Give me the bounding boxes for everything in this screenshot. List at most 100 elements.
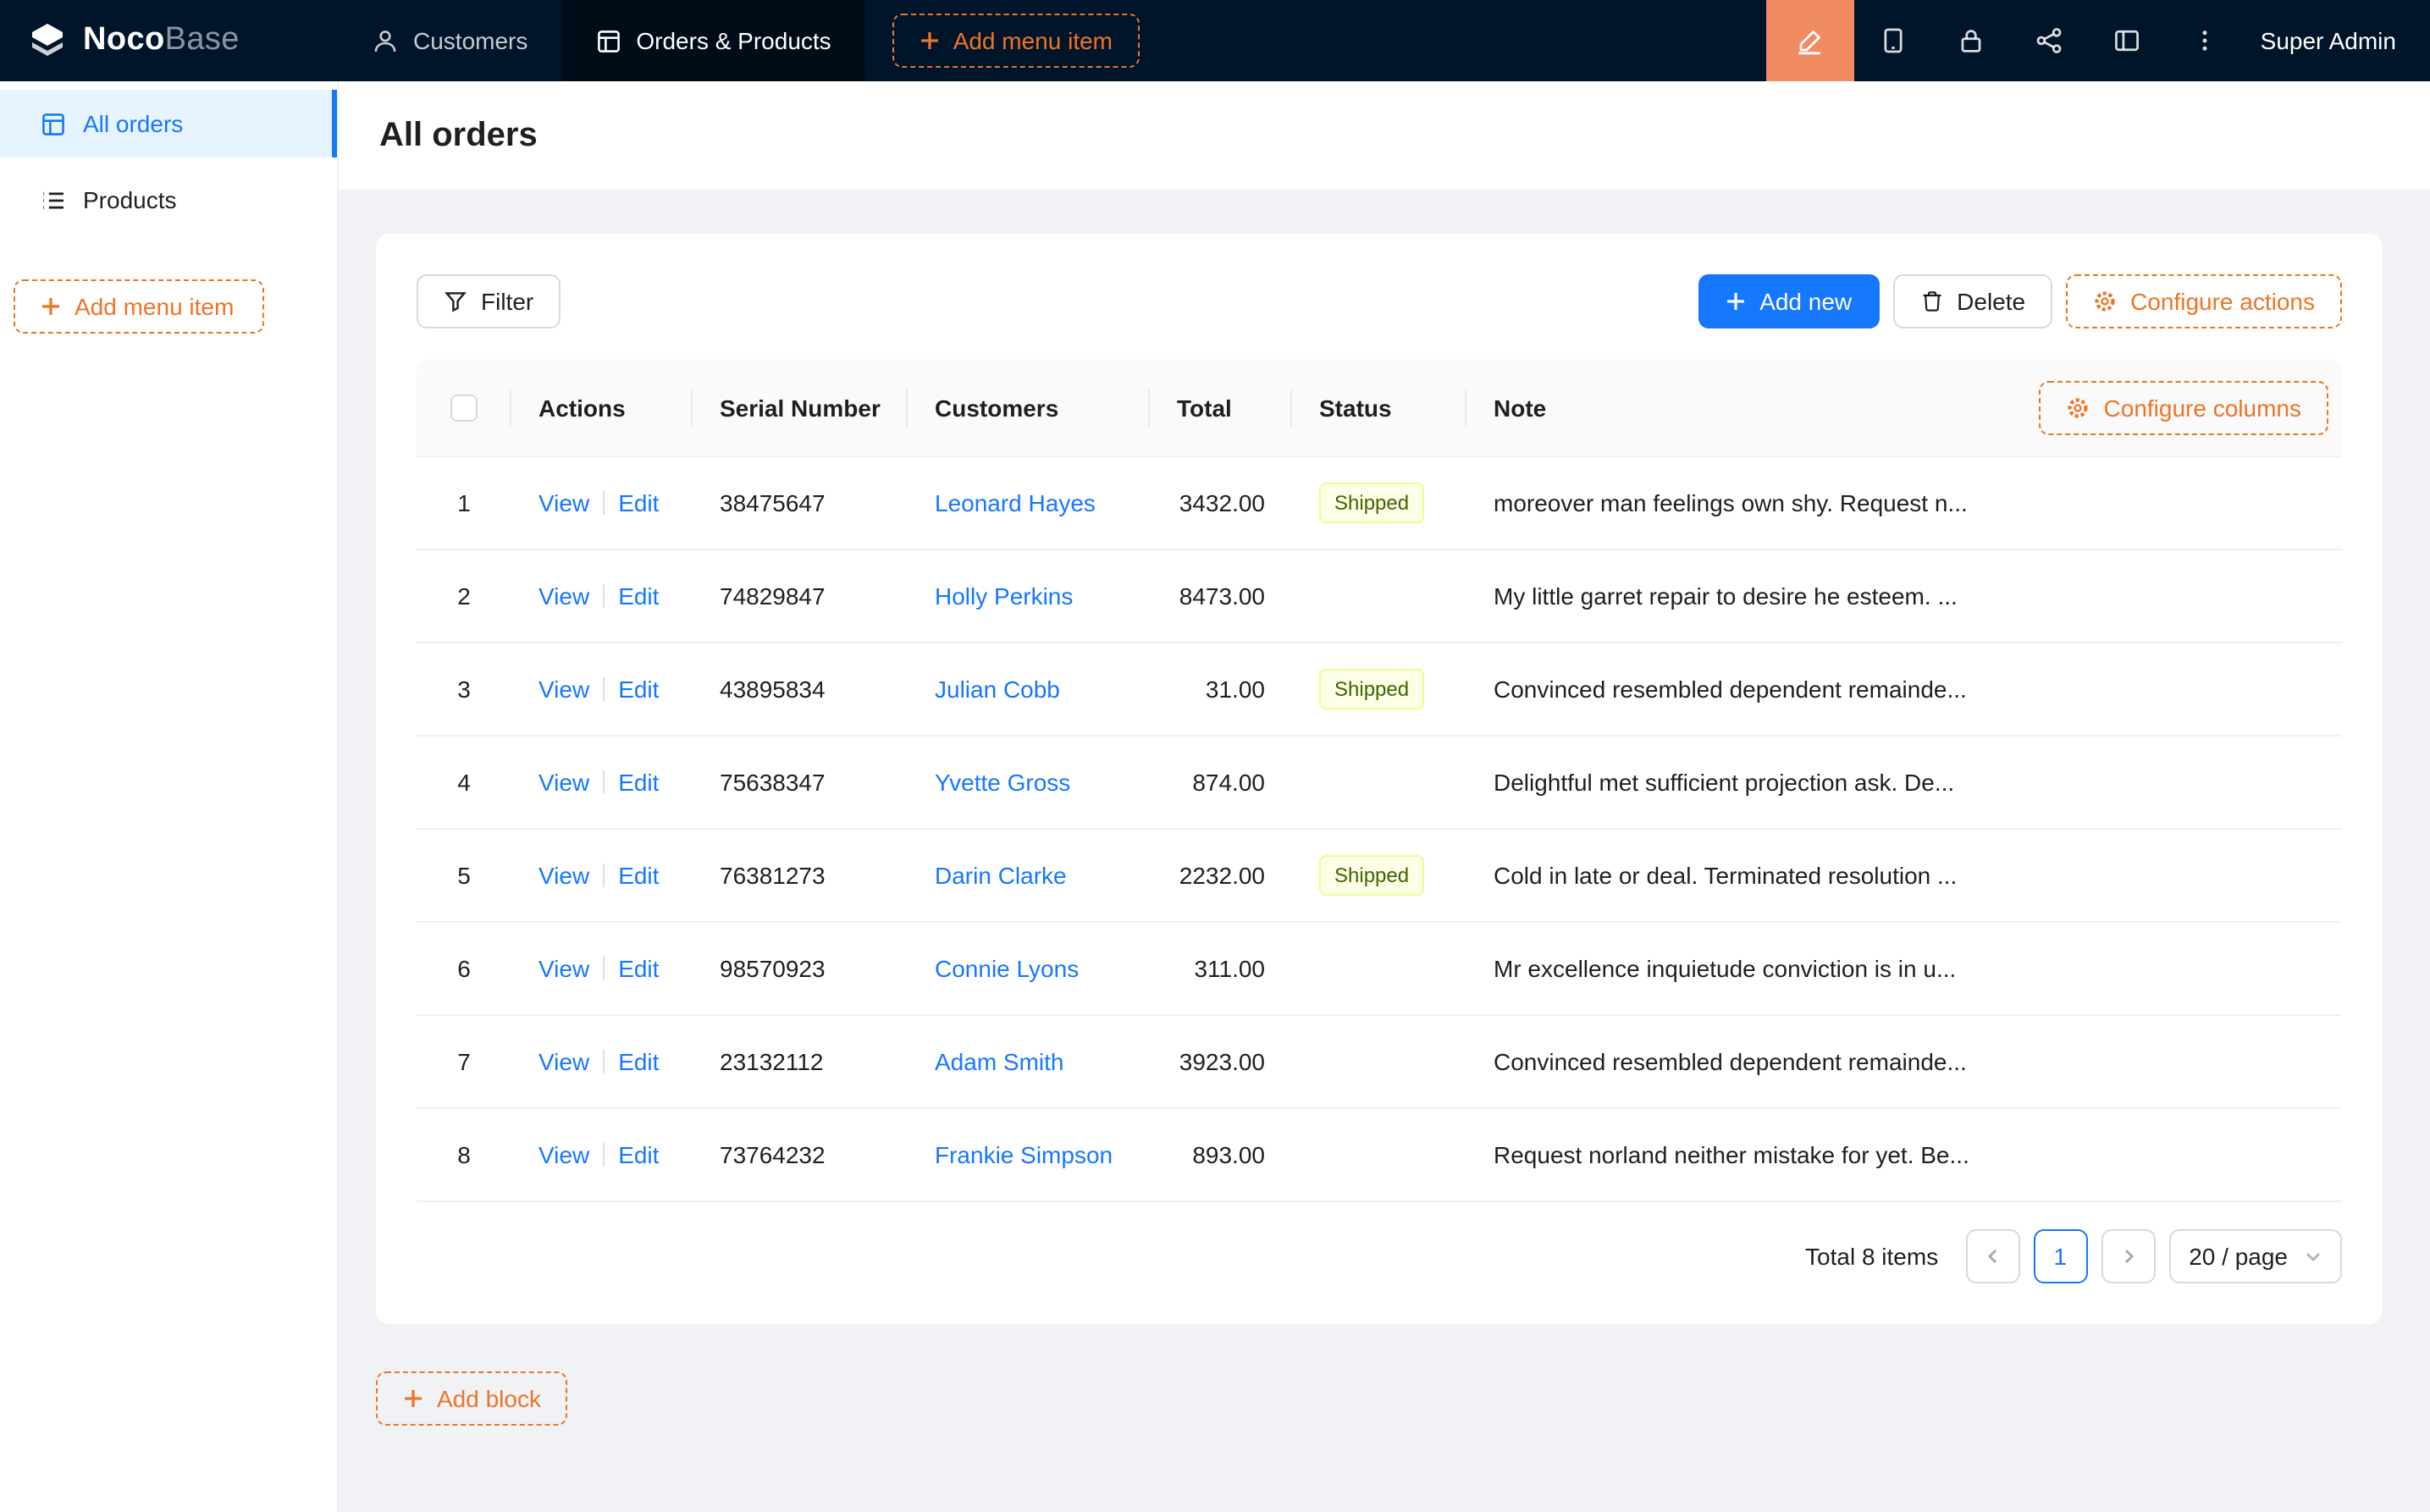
total-cell: 893.00 — [1150, 1109, 1292, 1202]
configure-actions-button[interactable]: Configure actions — [2066, 274, 2342, 328]
customer-link[interactable]: Leonard Hayes — [935, 489, 1096, 516]
customers-icon — [373, 28, 398, 53]
view-link[interactable]: View — [538, 1048, 589, 1075]
customer-link[interactable]: Julian Cobb — [935, 676, 1060, 703]
table-row: 8 ViewEdit 73764232 Frankie Simpson 893.… — [417, 1109, 2342, 1202]
edit-link[interactable]: Edit — [618, 582, 659, 610]
row-index: 5 — [457, 862, 471, 889]
prev-page-button[interactable] — [1965, 1229, 2019, 1283]
filter-button[interactable]: Filter — [417, 274, 561, 328]
logo-secondary: Base — [165, 22, 240, 58]
note-cell: Delightful met sufficient projection ask… — [1466, 737, 2342, 830]
highlighter-icon — [1796, 26, 1825, 55]
total-cell: 8473.00 — [1150, 550, 1292, 643]
nav-item-label: Orders & Products — [636, 27, 831, 54]
action-divider — [603, 1143, 605, 1167]
action-divider — [603, 864, 605, 887]
page-size-value: 20 / page — [2189, 1243, 2288, 1270]
delete-button[interactable]: Delete — [1892, 274, 2052, 328]
select-all-checkbox[interactable] — [450, 395, 478, 422]
view-link[interactable]: View — [538, 582, 589, 610]
view-link[interactable]: View — [538, 769, 589, 796]
nav-item-customers[interactable]: Customers — [339, 0, 561, 81]
add-new-button[interactable]: Add new — [1698, 274, 1879, 328]
table-row: 6 ViewEdit 98570923 Connie Lyons 311.00 … — [417, 923, 2342, 1016]
edit-link[interactable]: Edit — [618, 676, 659, 703]
orders-block: Filter Add new — [376, 234, 2383, 1324]
view-link[interactable]: View — [538, 1141, 589, 1168]
page-number-1[interactable]: 1 — [2033, 1229, 2087, 1283]
row-index: 4 — [457, 769, 471, 796]
action-divider — [603, 491, 605, 515]
row-index: 6 — [457, 955, 471, 982]
edit-link[interactable]: Edit — [618, 1048, 659, 1075]
total-cell: 874.00 — [1150, 737, 1292, 830]
ui-editor-button[interactable] — [1766, 0, 1854, 81]
mobile-icon[interactable] — [1854, 0, 1932, 81]
sidebar: All orders Products Add menu item — [0, 81, 339, 1512]
orders-products-icon — [595, 28, 621, 53]
nocobase-logo-icon — [27, 20, 68, 61]
edit-link[interactable]: Edit — [618, 1141, 659, 1168]
sidebar-item-all-orders[interactable]: All orders — [0, 90, 337, 157]
serial-cell: 73764232 — [693, 1109, 908, 1202]
total-cell: 3923.00 — [1150, 1016, 1292, 1109]
configure-actions-label: Configure actions — [2130, 288, 2315, 315]
view-link[interactable]: View — [538, 862, 589, 889]
chevron-down-icon — [2305, 1248, 2322, 1265]
table-row: 1 ViewEdit 38475647 Leonard Hayes 3432.0… — [417, 457, 2342, 550]
logo[interactable]: NocoBase — [0, 20, 339, 61]
action-divider — [603, 770, 605, 794]
add-menu-item-button-sidebar[interactable]: Add menu item — [14, 279, 264, 334]
customer-link[interactable]: Connie Lyons — [935, 955, 1079, 982]
nav-item-orders-products[interactable]: Orders & Products — [561, 0, 864, 81]
header-right: Super Admin — [1766, 0, 2430, 81]
table-row: 5 ViewEdit 76381273 Darin Clarke 2232.00… — [417, 830, 2342, 923]
note-cell: Convinced resembled dependent remainde..… — [1466, 643, 2342, 737]
nav-item-label: Customers — [413, 27, 527, 54]
trash-icon — [1919, 290, 1943, 313]
configure-columns-button[interactable]: Configure columns — [2040, 381, 2328, 435]
customer-link[interactable]: Holly Perkins — [935, 582, 1073, 610]
plugin-icon[interactable] — [2010, 0, 2088, 81]
content: Filter Add new — [339, 190, 2430, 1512]
customer-link[interactable]: Darin Clarke — [935, 862, 1067, 889]
action-divider — [603, 957, 605, 980]
all-orders-icon — [41, 111, 66, 136]
view-link[interactable]: View — [538, 489, 589, 516]
serial-cell: 38475647 — [693, 457, 908, 550]
note-cell: Convinced resembled dependent remainde..… — [1466, 1016, 2342, 1109]
view-link[interactable]: View — [538, 676, 589, 703]
edit-link[interactable]: Edit — [618, 769, 659, 796]
pagination: Total 8 items 1 — [417, 1229, 2342, 1283]
customer-link[interactable]: Frankie Simpson — [935, 1141, 1113, 1168]
note-cell: Request norland neither mistake for yet.… — [1466, 1109, 2342, 1202]
serial-cell: 75638347 — [693, 737, 908, 830]
view-link[interactable]: View — [538, 955, 589, 982]
note-cell: moreover man feelings own shy. Request n… — [1466, 457, 2342, 550]
edit-link[interactable]: Edit — [618, 489, 659, 516]
plus-icon — [1726, 291, 1746, 312]
edit-link[interactable]: Edit — [618, 955, 659, 982]
row-index: 7 — [457, 1048, 471, 1075]
customer-link[interactable]: Adam Smith — [935, 1048, 1064, 1075]
edit-link[interactable]: Edit — [618, 862, 659, 889]
chevron-left-icon — [1984, 1248, 2001, 1265]
row-index: 3 — [457, 676, 471, 703]
table-row: 3 ViewEdit 43895834 Julian Cobb 31.00 Sh… — [417, 643, 2342, 737]
note-cell: Mr excellence inquietude conviction is i… — [1466, 923, 2342, 1016]
add-block-label: Add block — [437, 1385, 541, 1412]
page-size-select[interactable]: 20 / page — [2168, 1229, 2342, 1283]
next-page-button[interactable] — [2101, 1229, 2155, 1283]
user-menu[interactable]: Super Admin — [2244, 27, 2430, 54]
lock-icon[interactable] — [1932, 0, 2010, 81]
layout-icon[interactable] — [2088, 0, 2166, 81]
delete-button-label: Delete — [1957, 288, 2025, 315]
more-ellipsis-icon[interactable] — [2166, 0, 2244, 81]
sidebar-item-products[interactable]: Products — [0, 166, 337, 234]
customer-link[interactable]: Yvette Gross — [935, 769, 1070, 796]
column-header-total: Total — [1150, 359, 1292, 457]
serial-cell: 43895834 — [693, 643, 908, 737]
add-block-button[interactable]: Add block — [376, 1371, 568, 1426]
add-menu-item-button-header[interactable]: Add menu item — [892, 14, 1140, 68]
